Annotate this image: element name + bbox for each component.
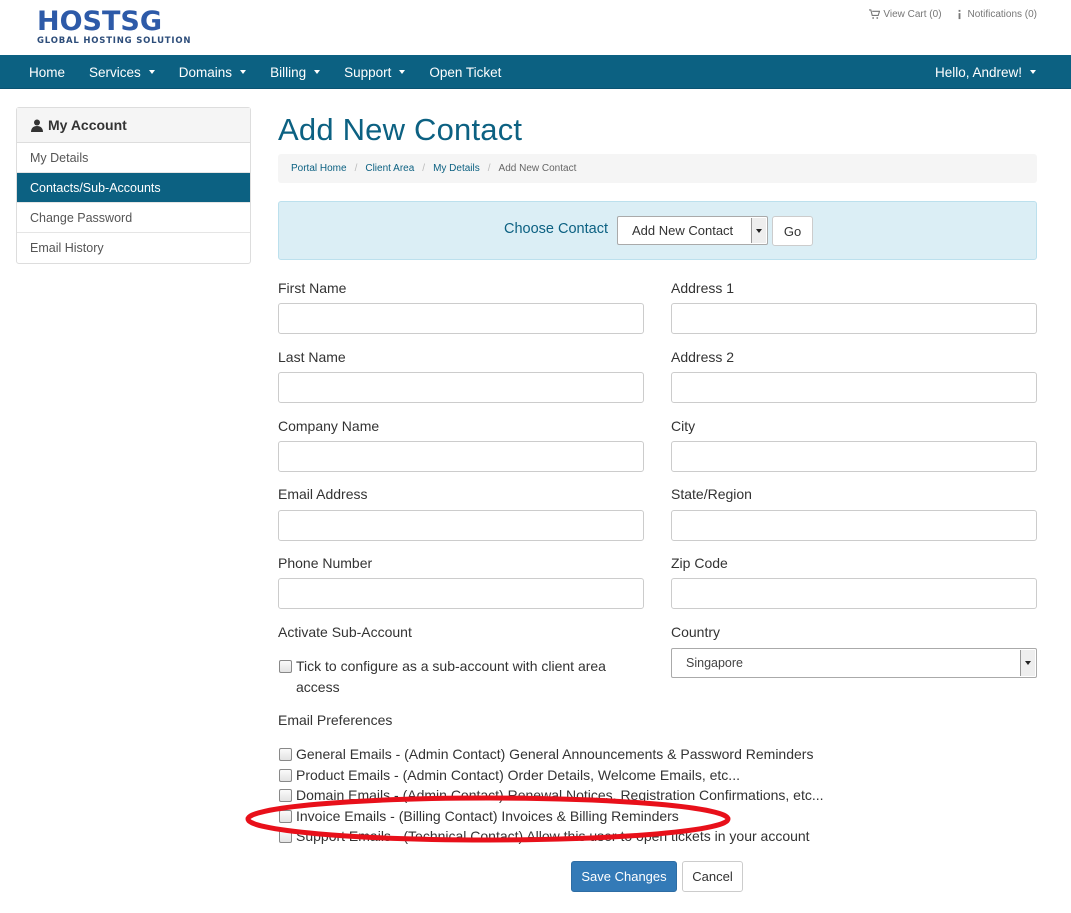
country-value: Singapore	[686, 656, 743, 670]
sidebar-item-label: Contacts/Sub-Accounts	[30, 180, 161, 195]
view-cart-label: View Cart (0)	[883, 9, 942, 20]
first-name-label: First Name	[278, 280, 347, 296]
logo-tagline: GLOBAL HOSTING SOLUTION	[37, 36, 192, 46]
sidebar-item-email-history[interactable]: Email History	[17, 233, 250, 263]
nav-home-label: Home	[29, 64, 66, 80]
email-preferences-label: Email Preferences	[278, 712, 393, 728]
caret-down-icon	[148, 70, 155, 74]
breadcrumb-separator: /	[354, 163, 358, 174]
caret-down-icon	[1030, 70, 1036, 74]
sidebar-item-label: Email History	[30, 241, 104, 255]
first-name-input[interactable]	[278, 303, 644, 334]
cancel-button[interactable]: Cancel	[682, 861, 743, 892]
general-emails-checkbox[interactable]	[279, 748, 292, 761]
activate-sub-account-label: Activate Sub-Account	[278, 624, 412, 640]
nav-services[interactable]: Services	[77, 55, 167, 89]
address2-label: Address 2	[671, 349, 735, 365]
sidebar-header: My Account	[17, 108, 250, 143]
breadcrumb-my-details[interactable]: My Details	[433, 163, 480, 174]
product-emails-text: Product Emails - (Admin Contact) Order D…	[296, 767, 740, 783]
state-input[interactable]	[671, 510, 1037, 541]
user-greeting: Hello, Andrew!	[934, 64, 1022, 80]
user-icon	[31, 119, 43, 132]
activate-sub-account-text-2: access	[296, 679, 340, 695]
domain-emails-checkbox[interactable]	[279, 789, 292, 802]
sidebar-item-my-details[interactable]: My Details	[17, 143, 250, 173]
sidebar-item-contacts[interactable]: Contacts/Sub-Accounts	[17, 173, 250, 203]
nav-support[interactable]: Support	[332, 55, 417, 89]
save-changes-button[interactable]: Save Changes	[571, 861, 677, 892]
top-links: View Cart (0) Notifications (0)	[869, 9, 1037, 20]
choose-contact-select[interactable]: Add New Contact	[617, 216, 768, 245]
caret-down-icon	[399, 70, 406, 74]
country-select[interactable]: Singapore	[671, 648, 1037, 678]
choose-contact-panel: Choose Contact Add New Contact Go	[278, 201, 1037, 260]
select-arrow-icon	[1020, 650, 1035, 676]
logo[interactable]: HOSTSG GLOBAL HOSTING SOLUTION	[37, 6, 192, 47]
info-icon	[958, 9, 960, 20]
choose-contact-label: Choose Contact	[504, 221, 608, 237]
general-emails-text: General Emails - (Admin Contact) General…	[296, 746, 814, 762]
logo-wordmark: HOSTSG	[37, 6, 163, 37]
city-input[interactable]	[671, 441, 1037, 472]
last-name-label: Last Name	[278, 349, 346, 365]
invoice-emails-text: Invoice Emails - (Billing Contact) Invoi…	[296, 808, 679, 824]
breadcrumb-separator: /	[422, 163, 426, 174]
zip-label: Zip Code	[671, 555, 728, 571]
caret-down-icon	[314, 70, 321, 74]
email-address-input[interactable]	[278, 510, 644, 541]
nav-home[interactable]: Home	[17, 55, 77, 89]
nav-services-label: Services	[89, 64, 141, 80]
nav-support-label: Support	[344, 64, 392, 80]
activate-sub-account-checkbox[interactable]	[279, 660, 292, 673]
choose-contact-value: Add New Contact	[632, 223, 734, 238]
support-emails-checkbox[interactable]	[279, 830, 292, 843]
zip-input[interactable]	[671, 578, 1037, 609]
nav-billing[interactable]: Billing	[258, 55, 332, 89]
nav-domains-label: Domains	[178, 64, 233, 80]
main-navbar: Home Services Domains Billing Support Op…	[0, 55, 1071, 89]
breadcrumb-current: Add New Contact	[498, 163, 577, 174]
account-sidebar: My Account My Details Contacts/Sub-Accou…	[16, 107, 251, 264]
breadcrumb: Portal Home / Client Area / My Details /…	[278, 154, 1037, 183]
page-title: Add New Contact	[278, 112, 523, 147]
select-arrow-icon	[751, 218, 766, 243]
nav-domains[interactable]: Domains	[167, 55, 258, 89]
user-menu[interactable]: Hello, Andrew!	[935, 55, 1036, 89]
cart-icon	[869, 9, 881, 19]
sidebar-item-change-password[interactable]: Change Password	[17, 203, 250, 233]
city-label: City	[671, 418, 696, 434]
breadcrumb-portal-home[interactable]: Portal Home	[291, 163, 347, 174]
email-address-label: Email Address	[278, 486, 368, 502]
view-cart-link[interactable]: View Cart (0)	[869, 9, 942, 20]
go-button[interactable]: Go	[772, 216, 813, 246]
breadcrumb-separator: /	[487, 163, 491, 174]
sidebar-item-label: My Details	[30, 150, 89, 165]
country-label: Country	[671, 624, 721, 640]
sidebar-item-label: Change Password	[30, 210, 133, 225]
site-header: HOSTSG GLOBAL HOSTING SOLUTION View Cart…	[0, 0, 1071, 55]
address1-label: Address 1	[671, 280, 735, 296]
notifications-link[interactable]: Notifications (0)	[954, 9, 1037, 20]
phone-number-input[interactable]	[278, 578, 644, 609]
notifications-label: Notifications (0)	[967, 9, 1037, 20]
nav-open-ticket[interactable]: Open Ticket	[417, 55, 513, 89]
caret-down-icon	[240, 70, 247, 74]
company-name-label: Company Name	[278, 418, 380, 434]
address1-input[interactable]	[671, 303, 1037, 334]
phone-number-label: Phone Number	[278, 555, 373, 571]
company-name-input[interactable]	[278, 441, 644, 472]
invoice-emails-checkbox[interactable]	[279, 810, 292, 823]
nav-billing-label: Billing	[270, 64, 307, 80]
address2-input[interactable]	[671, 372, 1037, 403]
last-name-input[interactable]	[278, 372, 644, 403]
support-emails-text: Support Emails - (Technical Contact) All…	[296, 828, 810, 844]
product-emails-checkbox[interactable]	[279, 769, 292, 782]
nav-open-ticket-label: Open Ticket	[429, 64, 502, 80]
state-label: State/Region	[671, 486, 752, 502]
breadcrumb-client-area[interactable]: Client Area	[365, 163, 414, 174]
sidebar-title: My Account	[48, 117, 127, 133]
activate-sub-account-text-1: Tick to configure as a sub-account with …	[296, 658, 606, 674]
domain-emails-text: Domain Emails - (Admin Contact) Renewal …	[296, 787, 824, 803]
